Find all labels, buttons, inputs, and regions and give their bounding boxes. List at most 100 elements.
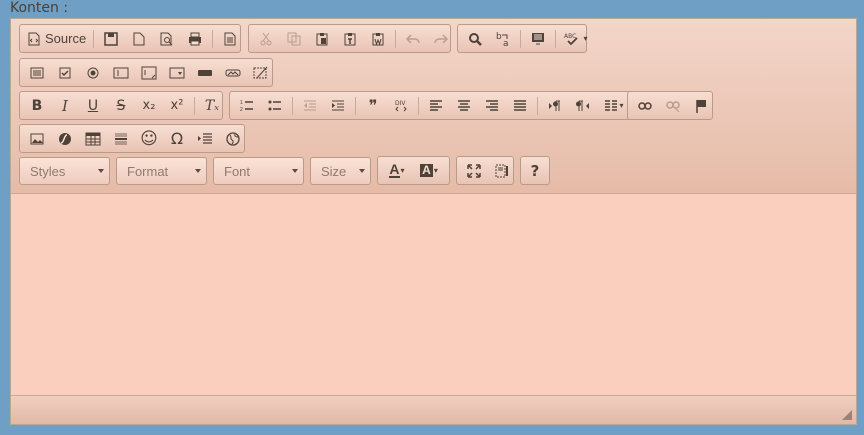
rtl-icon [576,100,589,111]
hidden-field-button[interactable] [247,60,275,85]
bulleted-list-button[interactable] [261,93,289,118]
unlink-icon [666,100,680,112]
iframe-button[interactable] [219,126,247,151]
copy-button[interactable] [280,26,308,51]
spellcheck-button[interactable]: ABC ▾ [559,26,593,51]
background-color-button[interactable]: A ▾ [413,158,445,183]
new-page-button[interactable] [125,26,153,51]
separator [212,29,214,48]
resize-handle-icon[interactable] [842,410,852,420]
select-all-button[interactable] [524,26,552,51]
print-icon [189,32,202,45]
remove-format-button[interactable]: Tₓ [198,93,226,118]
show-blocks-icon [495,164,508,177]
blockquote-button[interactable]: ❞ [359,93,387,118]
show-blocks-button[interactable] [488,158,516,183]
language-button[interactable]: ▾ [597,93,631,118]
source-button[interactable]: Source [23,26,90,51]
background-color-icon: A [420,163,433,177]
superscript-button[interactable]: x² [163,93,191,118]
anchor-button[interactable] [687,93,715,118]
select-field-button[interactable] [163,60,191,85]
tools-group [456,156,514,185]
justify-button[interactable] [506,93,534,118]
bold-button[interactable]: B [23,93,51,118]
save-button[interactable] [97,26,125,51]
ltr-button[interactable] [541,93,569,118]
align-right-button[interactable] [478,93,506,118]
table-button[interactable] [79,126,107,151]
flash-button[interactable] [51,126,79,151]
unlink-button[interactable] [659,93,687,118]
replace-button[interactable]: ba [489,26,517,51]
image-button-button[interactable] [219,60,247,85]
styles-combo-label: Styles [30,163,66,179]
preview-button[interactable] [153,26,181,51]
ltr-icon [549,100,560,111]
link-button[interactable] [631,93,659,118]
italic-button[interactable]: I [51,93,79,118]
paste-word-button[interactable] [364,26,392,51]
source-label: Source [45,31,87,46]
text-color-button[interactable]: A ▾ [381,158,413,183]
new-page-icon [133,32,145,45]
outdent-button[interactable] [296,93,324,118]
cut-button[interactable] [252,26,280,51]
templates-icon [224,32,236,45]
dropdown-caret-icon: ▾ [619,101,624,110]
separator [555,29,556,48]
textarea-button[interactable] [135,60,163,85]
format-combo[interactable]: Format [116,157,207,185]
checkbox-button[interactable] [51,60,79,85]
svg-text:DIV: DIV [395,100,406,107]
chevron-down-icon [359,169,365,173]
underline-button[interactable]: U [79,93,107,118]
help-button[interactable]: ? [524,158,546,183]
redo-icon [434,33,448,44]
maximize-icon [467,163,481,178]
align-left-button[interactable] [422,93,450,118]
form-button-button[interactable] [191,60,219,85]
form-button[interactable] [23,60,51,85]
language-icon [605,99,618,111]
undo-button[interactable] [399,26,427,51]
outdent-icon [304,100,316,110]
print-button[interactable] [181,26,209,51]
special-char-button[interactable]: Ω [163,126,191,151]
page-break-button[interactable] [191,126,219,151]
size-combo[interactable]: Size [310,157,371,185]
table-icon [85,132,101,145]
document-group: Source [19,24,241,53]
align-center-button[interactable] [450,93,478,118]
about-group: ? [520,156,550,185]
paste-button[interactable] [308,26,336,51]
select-all-icon [532,32,544,44]
globe-icon [226,131,240,146]
strikethrough-button[interactable]: S [107,93,135,118]
separator [292,96,293,115]
indent-button[interactable] [324,93,352,118]
image-button[interactable] [23,126,51,151]
numbered-list-button[interactable]: 12 [233,93,261,118]
font-combo[interactable]: Font [213,157,304,185]
templates-button[interactable] [216,26,244,51]
image-button-icon [225,69,241,76]
chevron-down-icon [98,169,104,173]
subscript-button[interactable]: x₂ [135,93,163,118]
text-field-button[interactable] [107,60,135,85]
rtl-button[interactable] [569,93,597,118]
maximize-button[interactable] [460,158,488,183]
horizontal-rule-button[interactable] [107,126,135,151]
styles-combo[interactable]: Styles [19,157,110,185]
find-button[interactable] [461,26,489,51]
redo-button[interactable] [427,26,455,51]
create-div-button[interactable]: DIV [387,93,415,118]
chevron-down-icon [292,169,298,173]
editor-content-area[interactable] [11,194,856,394]
radio-button[interactable] [79,60,107,85]
smiley-button[interactable]: ☺ [135,126,163,151]
paste-text-button[interactable] [336,26,364,51]
copy-icon [287,32,301,45]
size-combo-label: Size [321,163,347,179]
rich-text-editor: Source b a ABC ▾ B I U S x₂ x² Tₓ 1 2 ❞ … [10,18,857,425]
